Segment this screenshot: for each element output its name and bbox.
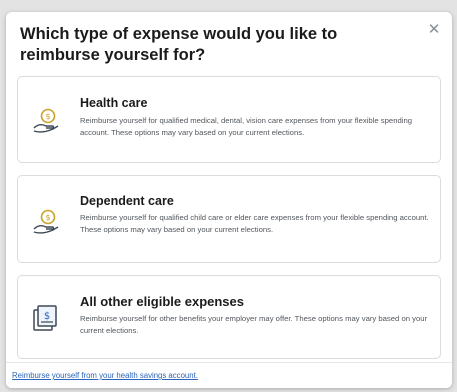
- reimbursement-type-dialog: Which type of expense would you like to …: [6, 12, 452, 388]
- option-title: Health care: [80, 96, 148, 110]
- svg-text:$: $: [45, 112, 50, 121]
- svg-text:$: $: [44, 311, 50, 322]
- hsa-reimburse-link[interactable]: Reimburse yourself from your health savi…: [12, 371, 198, 380]
- option-title: All other eligible expenses: [80, 294, 244, 309]
- option-title: Dependent care: [80, 194, 174, 208]
- document-dollar-icon: $: [30, 304, 58, 332]
- hand-coin-icon: $: [32, 208, 60, 236]
- option-health-care[interactable]: $ Health care Reimburse yourself for qua…: [17, 76, 441, 163]
- dialog-footer: Reimburse yourself from your health savi…: [6, 362, 452, 388]
- close-icon[interactable]: ✕: [424, 20, 444, 40]
- svg-text:$: $: [45, 213, 50, 222]
- dialog-title: Which type of expense would you like to …: [20, 25, 338, 64]
- option-description: Reimburse yourself for qualified child c…: [80, 213, 429, 234]
- hand-coin-icon: $: [32, 107, 60, 135]
- expense-options-list: $ Health care Reimburse yourself for qua…: [17, 76, 441, 371]
- option-all-other-expenses[interactable]: $ All other eligible expenses Reimburse …: [17, 275, 441, 359]
- option-description: Reimburse yourself for qualified medical…: [80, 116, 413, 137]
- option-dependent-care[interactable]: $ Dependent care Reimburse yourself for …: [17, 175, 441, 263]
- option-description: Reimburse yourself for other benefits yo…: [80, 314, 428, 335]
